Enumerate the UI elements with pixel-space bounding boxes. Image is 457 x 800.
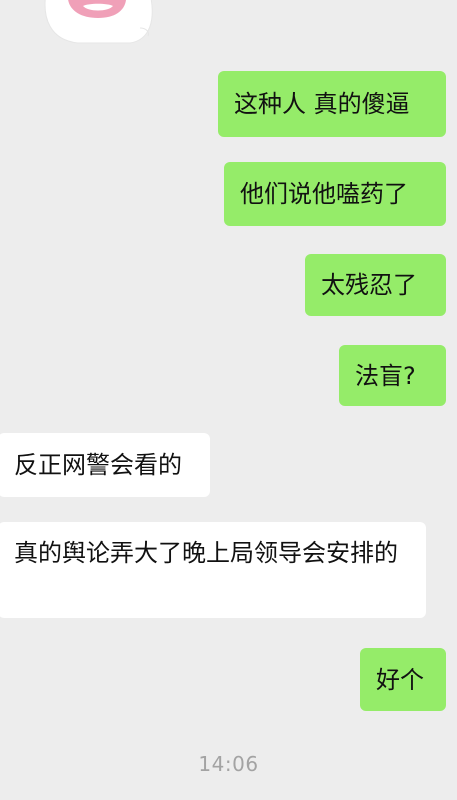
- message-bubble-outgoing[interactable]: 这种人 真的傻逼: [218, 71, 446, 137]
- message-bubble-incoming[interactable]: 真的舆论弄大了晚上局领导会安排的: [0, 522, 426, 618]
- message-text: 真的舆论弄大了晚上局领导会安排的: [14, 539, 398, 567]
- message-text: 太残忍了: [321, 271, 417, 299]
- message-bubble-outgoing[interactable]: 太残忍了: [305, 254, 446, 316]
- message-text: 这种人 真的傻逼: [234, 90, 410, 118]
- message-timestamp: 14:06: [198, 752, 259, 776]
- message-bubble-outgoing[interactable]: 好个: [360, 648, 446, 711]
- message-bubble-outgoing[interactable]: 他们说他嗑药了: [224, 162, 446, 226]
- message-bubble-incoming[interactable]: 反正网警会看的: [0, 433, 210, 497]
- message-text: 反正网警会看的: [14, 451, 182, 479]
- message-bubble-outgoing[interactable]: 法盲?: [339, 345, 446, 406]
- message-text: 好个: [376, 665, 424, 694]
- message-text: 他们说他嗑药了: [240, 180, 408, 208]
- message-text: 法盲?: [355, 361, 416, 390]
- bunny-sticker-icon[interactable]: [28, 0, 168, 46]
